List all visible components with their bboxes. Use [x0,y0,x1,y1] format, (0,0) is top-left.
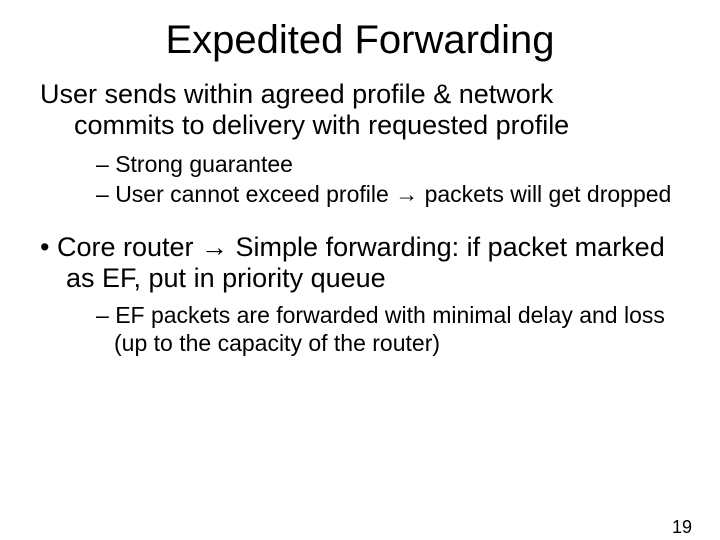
text-post: packets will get dropped [418,181,671,207]
sub-item-exceed-profile: User cannot exceed profile → packets wil… [96,181,680,209]
sub-item-ef-forwarded: EF packets are forwarded with minimal de… [96,302,680,357]
slide-body: User sends within agreed profile & netwo… [0,79,720,358]
text-pre: User cannot exceed profile [115,181,395,207]
page-number: 19 [672,517,692,538]
slide: Expedited Forwarding User sends within a… [0,18,720,540]
lead-text: User sends within agreed profile & netwo… [40,79,680,141]
arrow-icon: → [201,232,228,262]
sub-list-1: Strong guarantee User cannot exceed prof… [40,151,680,208]
lead-line-1: User sends within agreed profile & netwo… [40,79,553,109]
bullet-core-router: Core router → Simple forwarding: if pack… [40,232,680,294]
sub-item-strong-guarantee: Strong guarantee [96,151,680,179]
sub-list-2: EF packets are forwarded with minimal de… [40,302,680,357]
slide-title: Expedited Forwarding [0,18,720,63]
lead-line-2: commits to delivery with requested profi… [40,110,680,141]
arrow-icon: → [395,181,418,207]
text-pre: Core router [57,232,201,262]
